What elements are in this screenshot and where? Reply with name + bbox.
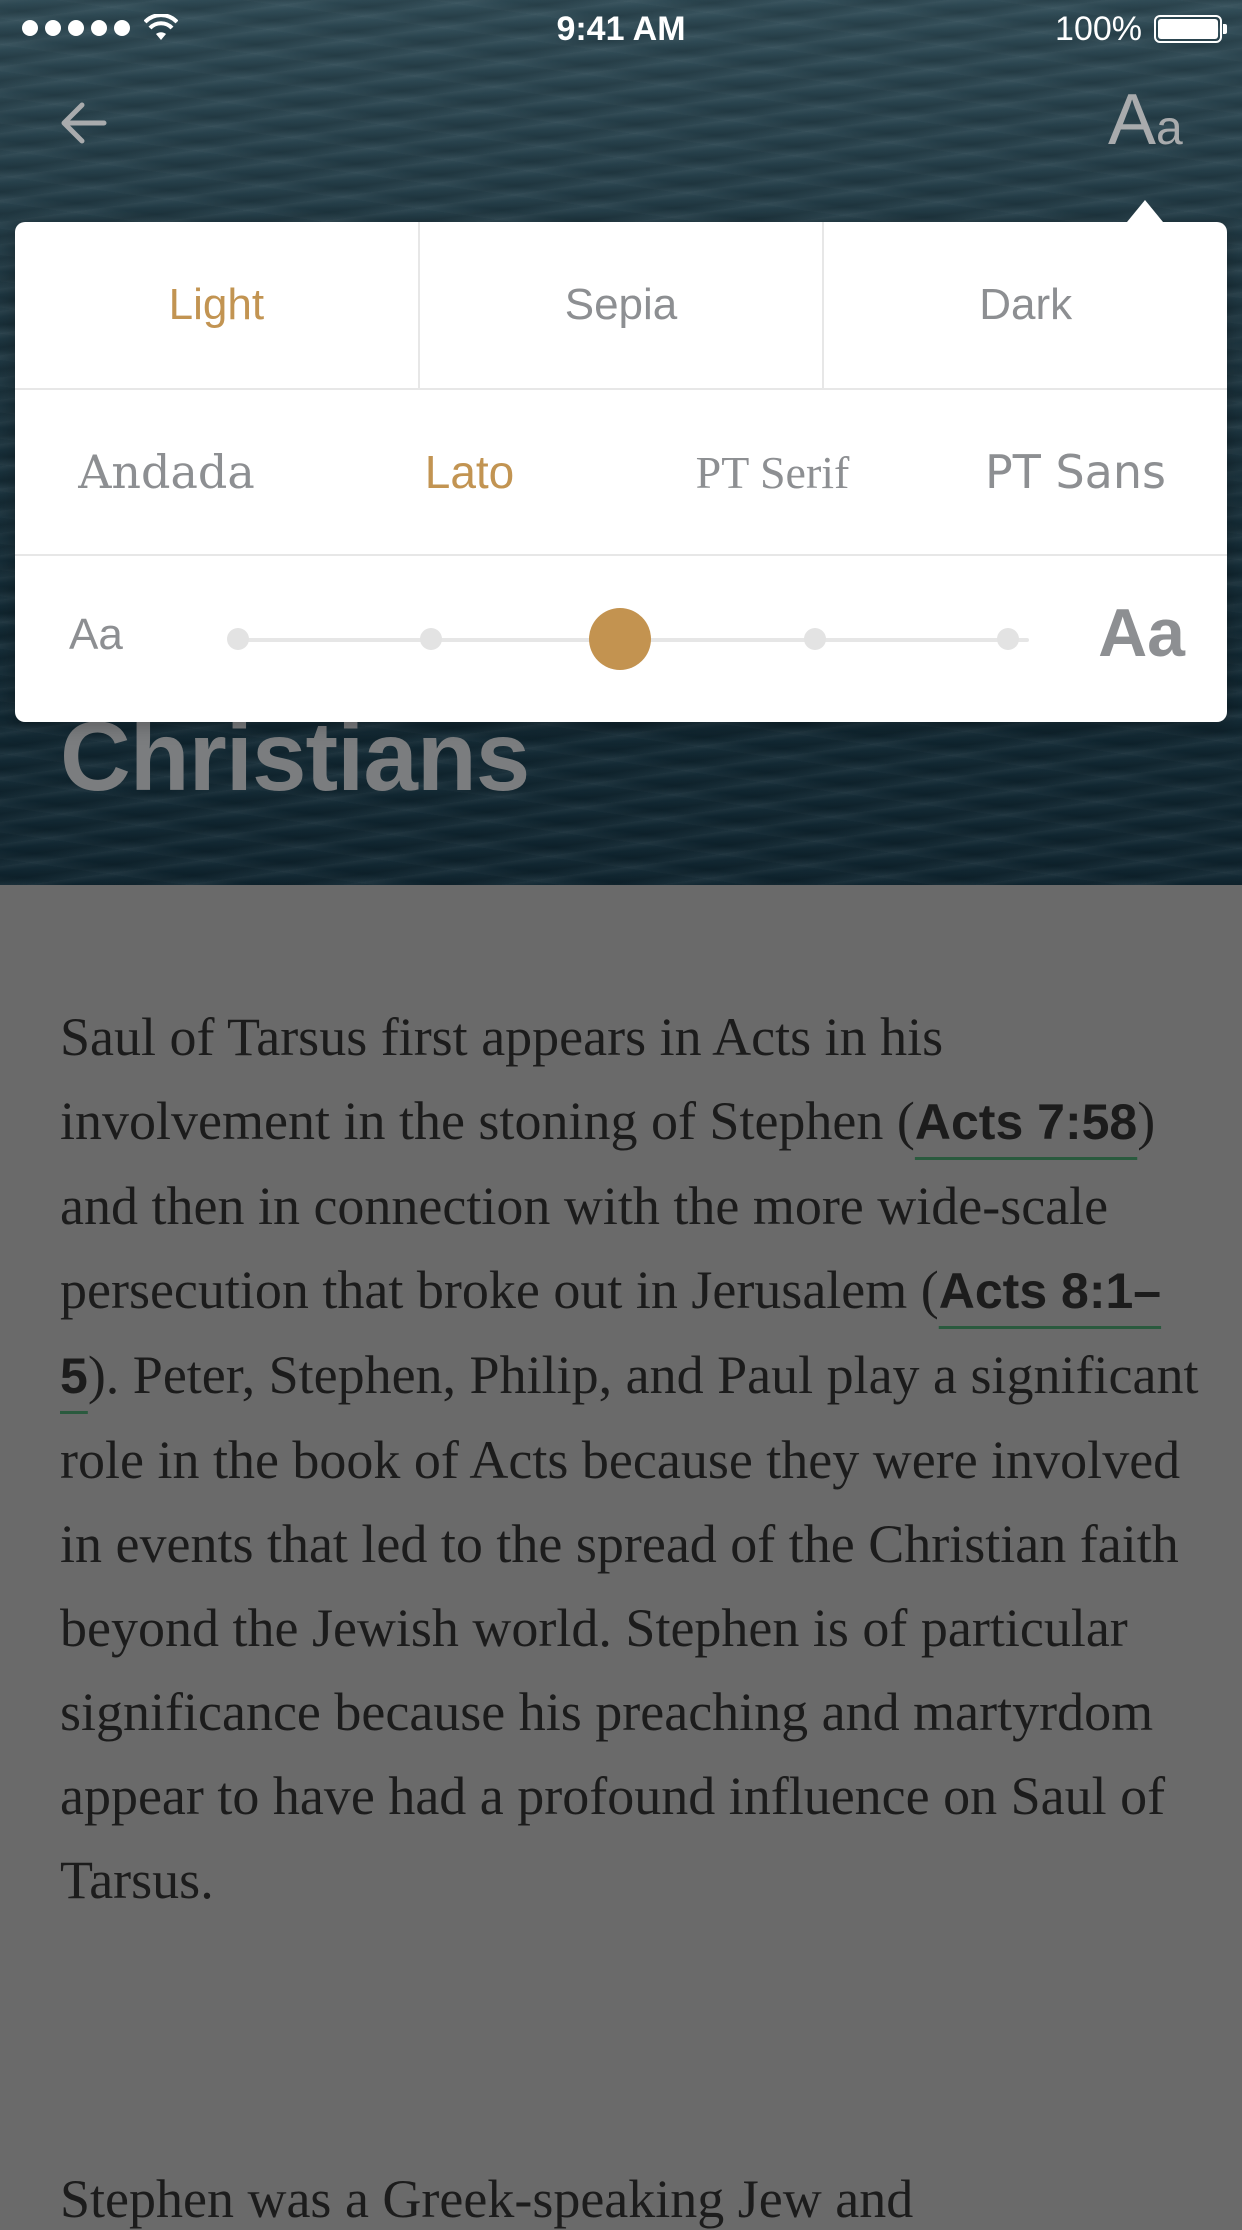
size-step-5[interactable]: [997, 628, 1019, 650]
font-pt-sans[interactable]: PT Sans: [924, 390, 1227, 554]
theme-light[interactable]: Light: [15, 222, 420, 388]
size-slider-knob[interactable]: [589, 608, 651, 670]
font-settings-label-big: A: [1108, 80, 1157, 160]
font-settings-label-small: a: [1156, 102, 1183, 155]
font-andada[interactable]: Andada: [15, 390, 318, 554]
font-settings-button[interactable]: Aa: [1108, 84, 1183, 156]
back-arrow-icon[interactable]: [56, 95, 112, 151]
font-pt-serif[interactable]: PT Serif: [621, 390, 924, 554]
reading-settings-popover: Light Sepia Dark Andada Lato PT Serif PT…: [15, 200, 1227, 722]
paragraph-text: ). Peter, Stephen, Philip, and Paul play…: [60, 1345, 1199, 1910]
article-body: Saul of Tarsus first appears in Acts in …: [60, 995, 1200, 1922]
paragraph: Saul of Tarsus first appears in Acts in …: [60, 995, 1200, 1922]
status-bar: 9:41 AM 100%: [0, 0, 1242, 60]
battery-icon: [1154, 15, 1227, 43]
increase-size-label[interactable]: Aa: [1098, 594, 1185, 672]
size-step-1[interactable]: [227, 628, 249, 650]
size-step-4[interactable]: [804, 628, 826, 650]
theme-sepia[interactable]: Sepia: [420, 222, 825, 388]
font-selector: Andada Lato PT Serif PT Sans: [15, 390, 1227, 556]
decrease-size-label[interactable]: Aa: [69, 610, 123, 660]
scripture-link[interactable]: Acts 7:58: [915, 1094, 1137, 1150]
font-lato[interactable]: Lato: [318, 390, 621, 554]
paragraph-text: Saul of Tarsus first appears in Acts in …: [60, 1007, 944, 1151]
theme-dark[interactable]: Dark: [824, 222, 1227, 388]
paragraph-partial: Stephen was a Greek-speaking Jew and: [60, 2169, 914, 2229]
size-step-2[interactable]: [420, 628, 442, 650]
font-size-control: Aa Aa: [15, 556, 1227, 722]
battery-percentage: 100%: [1055, 10, 1142, 48]
theme-selector: Light Sepia Dark: [15, 222, 1227, 390]
